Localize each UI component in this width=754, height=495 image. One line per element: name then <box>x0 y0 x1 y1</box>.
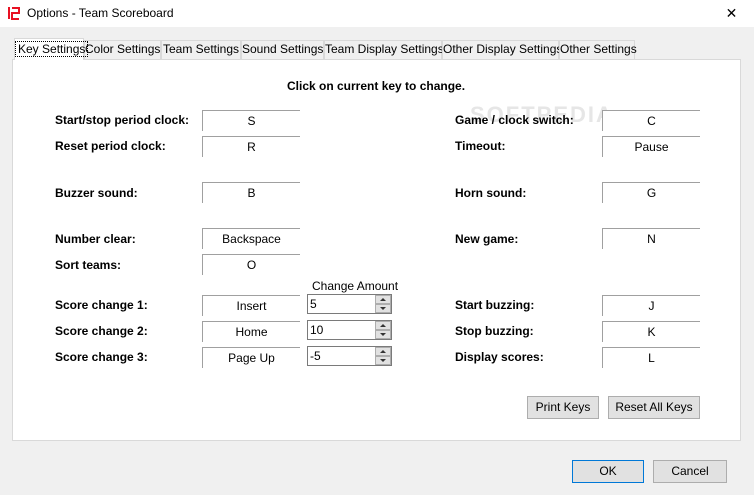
window-title: Options - Team Scoreboard <box>27 6 174 20</box>
chevron-up-icon <box>380 298 386 301</box>
label-reset-period-clock: Reset period clock: <box>55 139 166 153</box>
key-score-change-2[interactable]: Home <box>202 321 300 342</box>
chevron-down-icon <box>380 333 386 336</box>
panel-heading: Click on current key to change. <box>287 79 466 93</box>
label-game-clock-switch: Game / clock switch: <box>455 113 574 127</box>
label-buzzer-sound: Buzzer sound: <box>55 186 138 200</box>
label-score-change-1: Score change 1: <box>55 298 148 312</box>
spin-up-button[interactable] <box>375 347 391 356</box>
tab-other-settings[interactable]: Other Settings <box>559 40 637 59</box>
tab-sound-settings[interactable]: Sound Settings <box>241 40 324 59</box>
tab-team-display-settings[interactable]: Team Display Settings <box>324 40 444 59</box>
reset-all-keys-button[interactable]: Reset All Keys <box>608 396 700 419</box>
tab-color-settings[interactable]: Color Settings <box>84 40 161 59</box>
chevron-up-icon <box>380 324 386 327</box>
key-sort-teams[interactable]: O <box>202 254 300 275</box>
label-number-clear: Number clear: <box>55 232 136 246</box>
spin-up-button[interactable] <box>375 295 391 304</box>
label-timeout: Timeout: <box>455 139 506 153</box>
key-new-game[interactable]: N <box>602 228 700 249</box>
chevron-up-icon <box>380 350 386 353</box>
change-amount-1-stepper[interactable] <box>307 294 392 314</box>
key-timeout[interactable]: Pause <box>602 136 700 157</box>
key-score-change-3[interactable]: Page Up <box>202 347 300 368</box>
key-buzzer-sound[interactable]: B <box>202 182 300 203</box>
key-number-clear[interactable]: Backspace <box>202 228 300 249</box>
label-start-buzzing: Start buzzing: <box>455 298 535 312</box>
label-sort-teams: Sort teams: <box>55 258 122 272</box>
change-amount-3-stepper[interactable] <box>307 346 392 366</box>
print-keys-button[interactable]: Print Keys <box>527 396 599 419</box>
label-start-stop-period-clock: Start/stop period clock: <box>55 113 190 127</box>
change-amount-2-stepper[interactable] <box>307 320 392 340</box>
spin-down-button[interactable] <box>375 356 391 365</box>
ok-button[interactable]: OK <box>572 460 644 483</box>
tab-key-settings[interactable]: Key Settings <box>14 38 89 60</box>
cancel-button[interactable]: Cancel <box>653 460 727 483</box>
close-button[interactable]: ✕ <box>709 0 754 27</box>
label-new-game: New game: <box>455 232 519 246</box>
key-display-scores[interactable]: L <box>602 347 700 368</box>
spin-down-button[interactable] <box>375 304 391 313</box>
chevron-down-icon <box>380 307 386 310</box>
spin-up-button[interactable] <box>375 321 391 330</box>
chevron-down-icon <box>380 359 386 362</box>
close-icon: ✕ <box>725 5 738 21</box>
title-bar: Options - Team Scoreboard ✕ <box>0 0 754 27</box>
key-reset-period-clock[interactable]: R <box>202 136 300 157</box>
key-horn-sound[interactable]: G <box>602 182 700 203</box>
label-stop-buzzing: Stop buzzing: <box>455 324 534 338</box>
label-display-scores: Display scores: <box>455 350 544 364</box>
key-score-change-1[interactable]: Insert <box>202 295 300 316</box>
label-score-change-3: Score change 3: <box>55 350 148 364</box>
digital-12-icon <box>8 7 20 20</box>
key-start-stop-period-clock[interactable]: S <box>202 110 300 131</box>
change-amount-label: Change Amount <box>312 279 399 293</box>
change-amount-3-input[interactable] <box>310 348 374 364</box>
spin-down-button[interactable] <box>375 330 391 339</box>
tab-team-settings[interactable]: Team Settings <box>161 40 241 59</box>
key-game-clock-switch[interactable]: C <box>602 110 700 131</box>
change-amount-2-input[interactable] <box>310 322 374 338</box>
key-start-buzzing[interactable]: J <box>602 295 700 316</box>
label-horn-sound: Horn sound: <box>455 186 527 200</box>
label-score-change-2: Score change 2: <box>55 324 148 338</box>
tab-other-display-settings[interactable]: Other Display Settings <box>442 40 562 59</box>
change-amount-1-input[interactable] <box>310 296 374 312</box>
key-stop-buzzing[interactable]: K <box>602 321 700 342</box>
